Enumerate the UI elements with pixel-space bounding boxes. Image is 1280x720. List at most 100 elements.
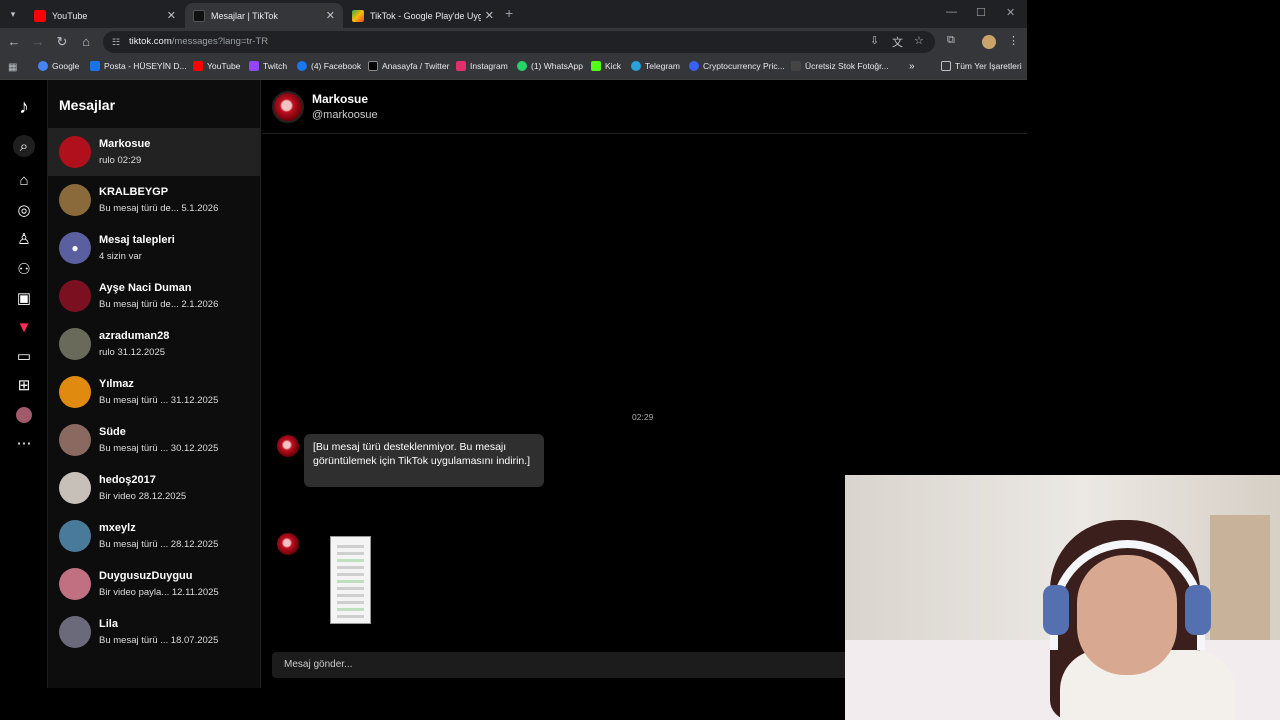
browser-toolbar: ← → ↻ ⌂ ☷ tiktok.com/messages?lang=tr-TR…: [0, 28, 1027, 56]
close-tab-icon[interactable]: ✕: [167, 9, 176, 22]
tab-title: YouTube: [52, 10, 88, 21]
shared-image-thumbnail[interactable]: [330, 536, 371, 624]
webcam-overlay: [845, 475, 1280, 720]
conversation-item[interactable]: DuygusuzDuyguu Bir video payla... 12.11.2…: [48, 560, 261, 608]
bookmark-label: YouTube: [207, 61, 241, 71]
conversation-item[interactable]: hedoş2017 Bir video 28.12.2025: [48, 464, 261, 512]
bookmark-youtube[interactable]: YouTube: [193, 61, 240, 71]
all-bookmarks[interactable]: Tüm Yer İşaretleri: [941, 61, 1022, 71]
pexels-icon: [791, 61, 801, 71]
headphone-ear-right: [1185, 585, 1211, 635]
tab-strip: ▾ YouTube ✕ Mesajlar | TikTok ✕ TikTok -…: [0, 0, 1027, 28]
friends-icon[interactable]: ⚇: [13, 258, 35, 280]
google-play-favicon-icon: [352, 9, 364, 22]
search-icon[interactable]: ⌕: [13, 135, 35, 157]
tab-youtube[interactable]: YouTube ✕: [26, 3, 184, 28]
translate-icon[interactable]: 文: [892, 34, 903, 50]
apps-grid-icon[interactable]: ▦: [8, 62, 17, 73]
message-avatar[interactable]: [277, 533, 299, 555]
minimize-icon[interactable]: —: [946, 6, 957, 18]
bookmark-label: Anasayfa / Twitter: [382, 61, 450, 71]
activity-icon[interactable]: ▼: [13, 316, 35, 338]
bookmark-facebook[interactable]: (4) Facebook: [297, 61, 361, 71]
avatar: [59, 568, 91, 600]
following-icon[interactable]: ♙: [13, 228, 35, 250]
conversation-item[interactable]: mxeylz Bu mesaj türü ... 28.12.2025: [48, 512, 261, 560]
close-window-icon[interactable]: ✕: [1006, 6, 1015, 19]
bookmark-kick[interactable]: Kick: [591, 61, 621, 71]
conversation-item[interactable]: Lila Bu mesaj türü ... 18.07.2025: [48, 608, 261, 656]
facebook-icon: [297, 61, 307, 71]
bookmark-whatsapp[interactable]: (1) WhatsApp: [517, 61, 583, 71]
bookmark-instagram[interactable]: Instagram: [456, 61, 508, 71]
upload-icon[interactable]: ⊞: [13, 374, 35, 396]
conversation-name: Yılmaz: [99, 378, 134, 390]
conversation-name: KRALBEYGP: [99, 186, 169, 198]
forward-icon[interactable]: →: [30, 34, 46, 49]
live-icon[interactable]: ▣: [13, 287, 35, 309]
bookmark-twitch[interactable]: Twitch: [249, 61, 287, 71]
explore-icon[interactable]: ◎: [13, 199, 35, 221]
messages-title: Mesajlar: [59, 97, 116, 113]
chat-contact-name[interactable]: Markosue: [312, 92, 368, 106]
conversation-item[interactable]: Ayşe Naci Duman Bu mesaj türü de... 2.1.2…: [48, 272, 261, 320]
close-tab-icon[interactable]: ✕: [326, 9, 335, 22]
reload-icon[interactable]: ↻: [54, 34, 70, 50]
message-avatar[interactable]: [277, 435, 299, 457]
tab-title: TikTok - Google Play'de Uygula: [370, 10, 481, 21]
tab-google-play[interactable]: TikTok - Google Play'de Uygula ✕: [344, 3, 502, 28]
bookmark-star-icon[interactable]: ☆: [914, 34, 924, 47]
install-app-icon[interactable]: ⇩: [870, 34, 879, 47]
conversation-item[interactable]: Markosue rulo 02:29: [48, 128, 261, 176]
tab-title: Mesajlar | TikTok: [211, 10, 278, 21]
bookmark-telegram[interactable]: Telegram: [631, 61, 680, 71]
conversation-list: Mesajlar Markosue rulo 02:29 KRALBEYGP Bu m…: [48, 80, 261, 688]
new-tab-icon[interactable]: +: [505, 5, 513, 21]
conversation-item[interactable]: ● Mesaj talepleri 4 sizin var: [48, 224, 261, 272]
google-icon: [38, 61, 48, 71]
bookmark-twitter[interactable]: Anasayfa / Twitter: [368, 61, 449, 71]
tiktok-logo-icon[interactable]: ♪: [13, 96, 35, 118]
bookmark-stock-photos[interactable]: Ücretsiz Stok Fotoğr...: [791, 61, 889, 71]
home-button-icon[interactable]: ⌂: [78, 34, 94, 49]
conversation-item[interactable]: Yılmaz Bu mesaj türü ... 31.12.2025: [48, 368, 261, 416]
bookmark-label: Telegram: [645, 61, 680, 71]
conversation-item[interactable]: KRALBEYGP Bu mesaj türü de... 5.1.2026: [48, 176, 261, 224]
browser-menu-icon[interactable]: ⋮: [1008, 34, 1019, 47]
conversation-item[interactable]: Süde Bu mesaj türü ... 30.12.2025: [48, 416, 261, 464]
profile-avatar-icon[interactable]: [982, 35, 996, 49]
bookmark-label: Google: [52, 61, 80, 71]
bookmark-label: (1) WhatsApp: [531, 61, 583, 71]
extensions-icon[interactable]: ⧉: [947, 34, 955, 47]
whatsapp-icon: [517, 61, 527, 71]
bookmarks-overflow-icon[interactable]: »: [909, 61, 915, 72]
chat-contact-handle[interactable]: @markoosue: [312, 109, 378, 121]
avatar[interactable]: [272, 91, 304, 123]
message-input[interactable]: Mesaj gönder...: [272, 652, 852, 678]
tab-tiktok-messages[interactable]: Mesajlar | TikTok ✕: [185, 3, 343, 28]
more-icon[interactable]: ⋯: [13, 432, 35, 454]
chat-header: Markosue @markoosue: [262, 80, 1027, 134]
telegram-icon: [631, 61, 641, 71]
tab-search-icon[interactable]: ▾: [5, 6, 21, 22]
twitch-icon: [249, 61, 259, 71]
mail-icon: [90, 61, 100, 71]
conversation-preview: rulo 31.12.2025: [99, 347, 166, 358]
folder-icon: [941, 61, 951, 71]
maximize-icon[interactable]: ☐: [976, 6, 986, 19]
conversation-preview: Bu mesaj türü ... 18.07.2025: [99, 635, 219, 646]
url-host: tiktok.com: [129, 36, 172, 47]
bookmark-label: Instagram: [470, 61, 508, 71]
bookmark-crypto[interactable]: Cryptocurrency Pric...: [689, 61, 785, 71]
messages-icon[interactable]: ▭: [13, 345, 35, 367]
conversation-item[interactable]: azraduman28 rulo 31.12.2025: [48, 320, 261, 368]
avatar: [59, 424, 91, 456]
site-info-icon[interactable]: ☷: [112, 31, 120, 53]
bookmark-google[interactable]: Google: [38, 61, 79, 71]
address-bar[interactable]: ☷ tiktok.com/messages?lang=tr-TR: [103, 31, 935, 53]
back-icon[interactable]: ←: [6, 34, 22, 49]
close-tab-icon[interactable]: ✕: [485, 9, 494, 22]
home-icon[interactable]: ⌂: [13, 169, 35, 191]
profile-icon[interactable]: [13, 404, 35, 426]
bookmark-posta[interactable]: Posta - HÜSEYİN D...: [90, 61, 187, 71]
